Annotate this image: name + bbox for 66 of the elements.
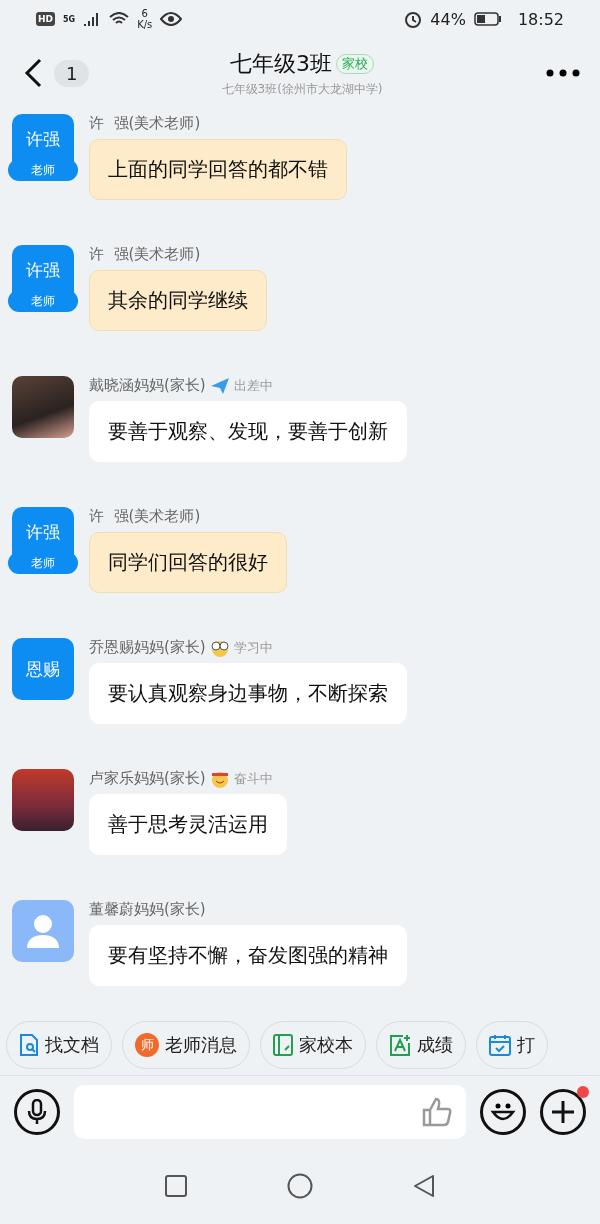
microphone-icon bbox=[27, 1099, 47, 1125]
wifi-icon bbox=[109, 12, 130, 26]
thumbs-up-icon bbox=[422, 1097, 452, 1127]
unread-count: 1 bbox=[54, 59, 90, 87]
message-bubble: 其余的同学继续 bbox=[89, 270, 267, 331]
sender-status: 奋斗中 bbox=[233, 769, 273, 788]
voice-button[interactable] bbox=[14, 1089, 60, 1135]
smiley-emoji-icon bbox=[209, 769, 230, 788]
sender-name: 卢家乐妈妈(家长) bbox=[89, 769, 206, 788]
shortcut-chip[interactable]: 找文档 bbox=[6, 1020, 112, 1069]
clock-time: 18:52 bbox=[517, 9, 564, 29]
speed-unit: K/s bbox=[137, 19, 153, 30]
sender-name: 戴晓涵妈妈(家长) bbox=[89, 376, 206, 395]
teacher-badge: 老师 bbox=[8, 290, 78, 312]
sender-name: 董馨蔚妈妈(家长) bbox=[89, 900, 206, 919]
sender-name: 乔恩赐妈妈(家长) bbox=[89, 638, 206, 657]
avatar-name: 许强 bbox=[26, 521, 60, 544]
shortcut-chip[interactable]: 师 老师消息 bbox=[122, 1020, 250, 1069]
chat-title: 七年级3班 bbox=[230, 49, 332, 78]
message-input[interactable] bbox=[74, 1085, 466, 1139]
avatar: 恩赐 bbox=[12, 638, 74, 700]
notebook-icon bbox=[273, 1033, 293, 1056]
home-icon[interactable] bbox=[287, 1173, 313, 1199]
chat-subtitle: 七年级3班(徐州市大龙湖中学) bbox=[221, 80, 383, 98]
teacher-badge: 老师 bbox=[8, 552, 78, 574]
battery-percent: 44% bbox=[430, 9, 466, 29]
more-icon[interactable] bbox=[546, 69, 580, 77]
battery-icon bbox=[473, 12, 502, 26]
photo-placeholder bbox=[12, 376, 74, 438]
message-bubble: 要有坚持不懈，奋发图强的精神 bbox=[89, 925, 407, 986]
glasses-emoji-icon bbox=[209, 638, 230, 657]
speed-value: 6 bbox=[141, 8, 148, 19]
message-bubble: 同学们回答的很好 bbox=[89, 532, 287, 593]
add-button[interactable] bbox=[540, 1089, 586, 1135]
photo-placeholder bbox=[12, 769, 74, 831]
teacher-badge: 老师 bbox=[8, 159, 78, 181]
hd-indicator: HD bbox=[36, 12, 55, 26]
avatar-name: 许强 bbox=[26, 259, 60, 282]
sender-status: 学习中 bbox=[233, 638, 273, 657]
back-icon[interactable] bbox=[24, 58, 42, 88]
sender-name: 许 强(美术老师) bbox=[89, 245, 201, 264]
network-type: 5G bbox=[63, 14, 76, 24]
shortcut-chip[interactable]: 家校本 bbox=[260, 1020, 366, 1069]
back-nav-icon[interactable] bbox=[413, 1174, 435, 1198]
eye-icon bbox=[160, 12, 183, 26]
smiley-icon bbox=[490, 1102, 516, 1122]
avatar-name: 许强 bbox=[26, 128, 60, 151]
sender-name: 许 强(美术老师) bbox=[89, 114, 201, 133]
sender-status: 出差中 bbox=[233, 376, 273, 395]
person-icon bbox=[25, 914, 61, 948]
message-bubble: 要认真观察身边事物，不断探索 bbox=[89, 663, 407, 724]
message-bubble: 善于思考灵活运用 bbox=[89, 794, 287, 855]
recents-icon[interactable] bbox=[165, 1175, 187, 1197]
shortcut-chip[interactable]: 成绩 bbox=[376, 1020, 466, 1069]
alarm-icon bbox=[404, 10, 423, 28]
group-tag: 家校 bbox=[336, 53, 374, 74]
message-bubble: 上面的同学回答的都不错 bbox=[89, 139, 347, 200]
grade-icon bbox=[389, 1033, 411, 1056]
document-search-icon bbox=[19, 1033, 39, 1056]
shortcut-chip[interactable]: 打 bbox=[476, 1020, 548, 1069]
plus-icon bbox=[551, 1100, 575, 1124]
emoji-button[interactable] bbox=[480, 1089, 526, 1135]
teacher-message-icon: 师 bbox=[135, 1032, 159, 1057]
calendar-check-icon bbox=[489, 1033, 511, 1056]
message-bubble: 要善于观察、发现，要善于创新 bbox=[89, 401, 407, 462]
sender-name: 许 强(美术老师) bbox=[89, 507, 201, 526]
